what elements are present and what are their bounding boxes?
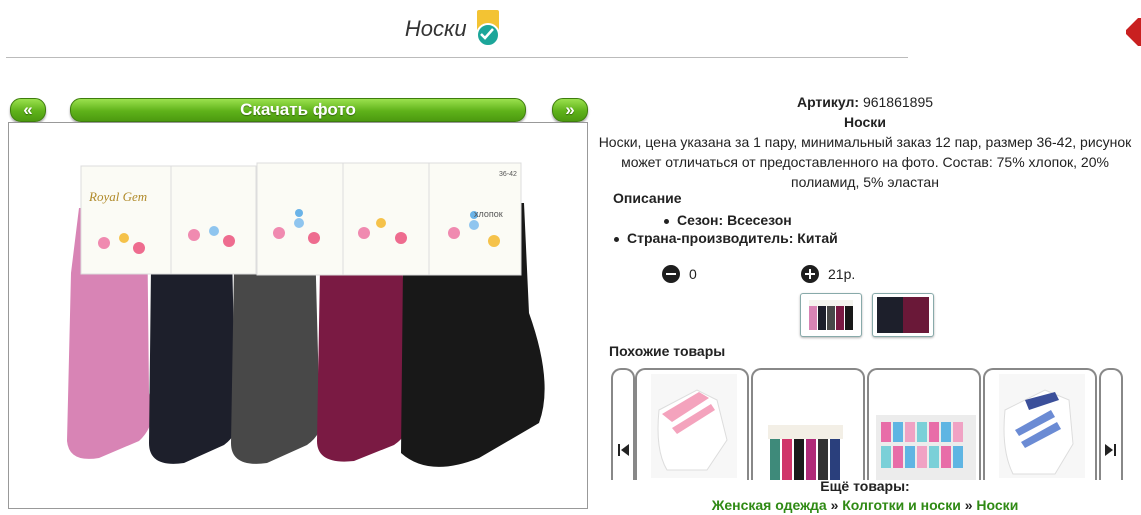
article-line: Артикул: 961861895 <box>590 92 1140 112</box>
page-title: Носки <box>404 16 467 41</box>
carousel-next-button[interactable] <box>1099 368 1123 480</box>
description-heading: Описание <box>613 190 682 206</box>
header-divider <box>6 57 908 58</box>
similar-product-card[interactable] <box>635 368 749 480</box>
breadcrumb: Женская одежда » Колготки и носки » Носк… <box>711 497 1019 513</box>
variant-thumbnail[interactable] <box>872 293 934 337</box>
packaging-size-text: 36-42 <box>499 171 517 178</box>
similar-product-card[interactable] <box>983 368 1097 480</box>
similar-product-card[interactable] <box>867 368 981 480</box>
product-properties: Сезон: Всесезон Страна-производитель: Ки… <box>614 211 838 247</box>
skip-back-icon <box>618 444 629 456</box>
article-value: 961861895 <box>862 94 934 110</box>
similar-product-card[interactable] <box>751 368 865 480</box>
packaging-labels <box>80 162 522 276</box>
download-photo-button[interactable]: Скачать фото <box>70 98 526 122</box>
more-products-title: Ещё товары: <box>820 478 910 494</box>
next-photo-button[interactable]: » <box>552 98 588 122</box>
article-label: Артикул: <box>796 94 860 110</box>
prev-photo-button[interactable]: « <box>10 98 46 122</box>
crumb-tights-socks-link[interactable]: Колготки и носки <box>842 497 961 513</box>
product-name: Носки <box>844 114 886 130</box>
decrease-quantity-button[interactable] <box>662 265 680 283</box>
quantity-value: 0 <box>689 266 697 282</box>
socks-photo-image <box>67 162 545 467</box>
more-products: Ещё товары: Женская одежда » Колготки и … <box>590 477 1140 515</box>
variant-thumbnail[interactable] <box>800 293 862 337</box>
property-item: Сезон: Всесезон <box>614 211 838 229</box>
product-info: Артикул: 961861895 Носки Носки, цена ука… <box>590 92 1140 192</box>
similar-products-heading: Похожие товары <box>609 343 726 359</box>
verified-badge-icon <box>475 10 503 48</box>
increase-quantity-button[interactable] <box>801 265 819 283</box>
skip-forward-icon <box>1105 444 1116 456</box>
carousel-prev-button[interactable] <box>611 368 635 480</box>
packaging-brand-text: Royal Gem <box>89 189 148 204</box>
product-photo[interactable]: Royal Gem хлопок 36-42 <box>8 122 588 509</box>
packaging-word-text: хлопок <box>474 209 503 219</box>
close-icon[interactable] <box>1126 18 1141 46</box>
property-item: Страна-производитель: Китай <box>614 229 838 247</box>
product-description: Носки, цена указана за 1 пару, минимальн… <box>598 134 1132 190</box>
crumb-socks-link[interactable]: Носки <box>976 497 1018 513</box>
crumb-womens-clothing-link[interactable]: Женская одежда <box>712 497 827 513</box>
price-value: 21р. <box>828 266 856 282</box>
page-header: Носки <box>0 10 908 48</box>
